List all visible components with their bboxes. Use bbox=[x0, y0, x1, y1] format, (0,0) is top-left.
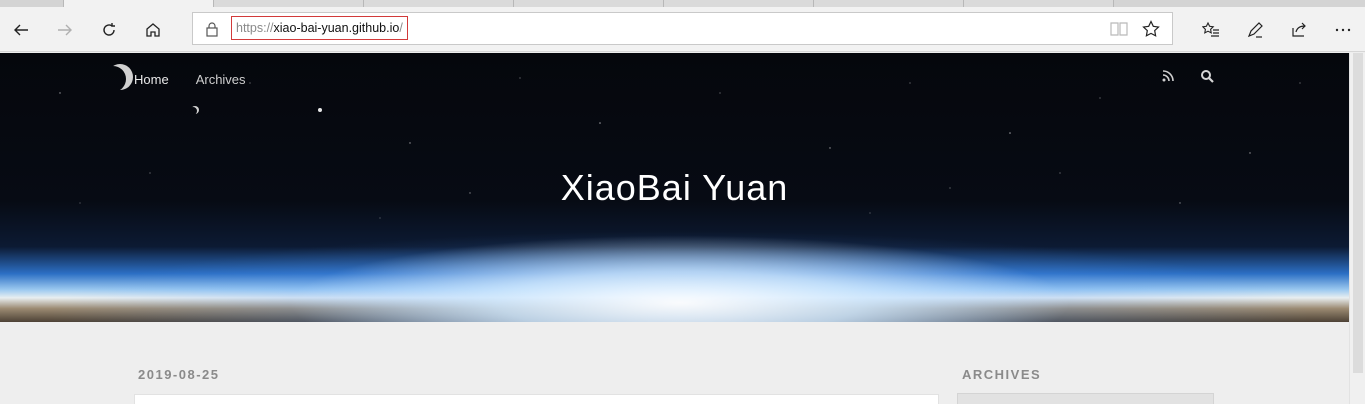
moon-logo-icon[interactable] bbox=[107, 64, 133, 90]
tab-active[interactable] bbox=[63, 0, 214, 7]
more-menu-button[interactable] bbox=[1328, 15, 1358, 45]
page-scrollbar[interactable] bbox=[1349, 53, 1365, 404]
sidebar-archives-box bbox=[957, 393, 1214, 404]
url-scheme: https:// bbox=[236, 21, 274, 35]
scrollbar-thumb[interactable] bbox=[1353, 53, 1363, 373]
search-icon[interactable] bbox=[1200, 69, 1214, 83]
more-dots-icon bbox=[1335, 28, 1351, 32]
home-button[interactable] bbox=[138, 15, 168, 45]
web-note-button[interactable] bbox=[1240, 15, 1270, 45]
reading-view-icon[interactable] bbox=[1110, 21, 1128, 37]
url-path: / bbox=[399, 21, 403, 35]
tab[interactable] bbox=[514, 0, 664, 7]
post-card bbox=[134, 394, 939, 404]
rss-icon[interactable] bbox=[1162, 70, 1174, 82]
tab[interactable] bbox=[664, 0, 814, 7]
address-bar[interactable]: https://xiao-bai-yuan.github.io / bbox=[192, 12, 1173, 45]
pen-icon bbox=[1247, 22, 1263, 38]
forward-arrow-icon bbox=[58, 24, 72, 36]
home-icon bbox=[146, 23, 160, 37]
refresh-icon bbox=[103, 23, 115, 36]
nav-archives-link[interactable]: Archives bbox=[196, 72, 246, 87]
tab[interactable] bbox=[814, 0, 964, 7]
url-host: xiao-bai-yuan.github.io bbox=[273, 21, 400, 35]
tab[interactable] bbox=[214, 0, 364, 7]
tab-strip bbox=[0, 0, 1365, 7]
favorites-list-icon bbox=[1202, 21, 1219, 37]
forward-button[interactable] bbox=[50, 15, 80, 45]
hero-banner: Home Archives XiaoBai Yuan bbox=[0, 53, 1349, 322]
tab[interactable] bbox=[964, 0, 1114, 7]
sidebar-archives-title: ARCHIVES bbox=[962, 367, 1042, 382]
nav-home-link[interactable]: Home bbox=[134, 72, 169, 87]
favorites-hub-button[interactable] bbox=[1196, 15, 1226, 45]
refresh-button[interactable] bbox=[94, 15, 124, 45]
site-nav: Home Archives bbox=[134, 72, 246, 87]
back-button[interactable] bbox=[6, 15, 36, 45]
share-icon bbox=[1292, 22, 1306, 37]
favorite-star-icon[interactable] bbox=[1142, 20, 1160, 38]
url-text[interactable]: https://xiao-bai-yuan.github.io / bbox=[231, 16, 408, 40]
back-arrow-icon bbox=[14, 24, 28, 36]
share-button[interactable] bbox=[1284, 15, 1314, 45]
tab[interactable] bbox=[364, 0, 514, 7]
browser-toolbar: https://xiao-bai-yuan.github.io / bbox=[0, 7, 1365, 52]
small-moon-icon bbox=[191, 106, 199, 114]
lock-icon bbox=[206, 22, 218, 37]
site-title[interactable]: XiaoBai Yuan bbox=[0, 167, 1349, 209]
post-date[interactable]: 2019-08-25 bbox=[138, 367, 220, 382]
